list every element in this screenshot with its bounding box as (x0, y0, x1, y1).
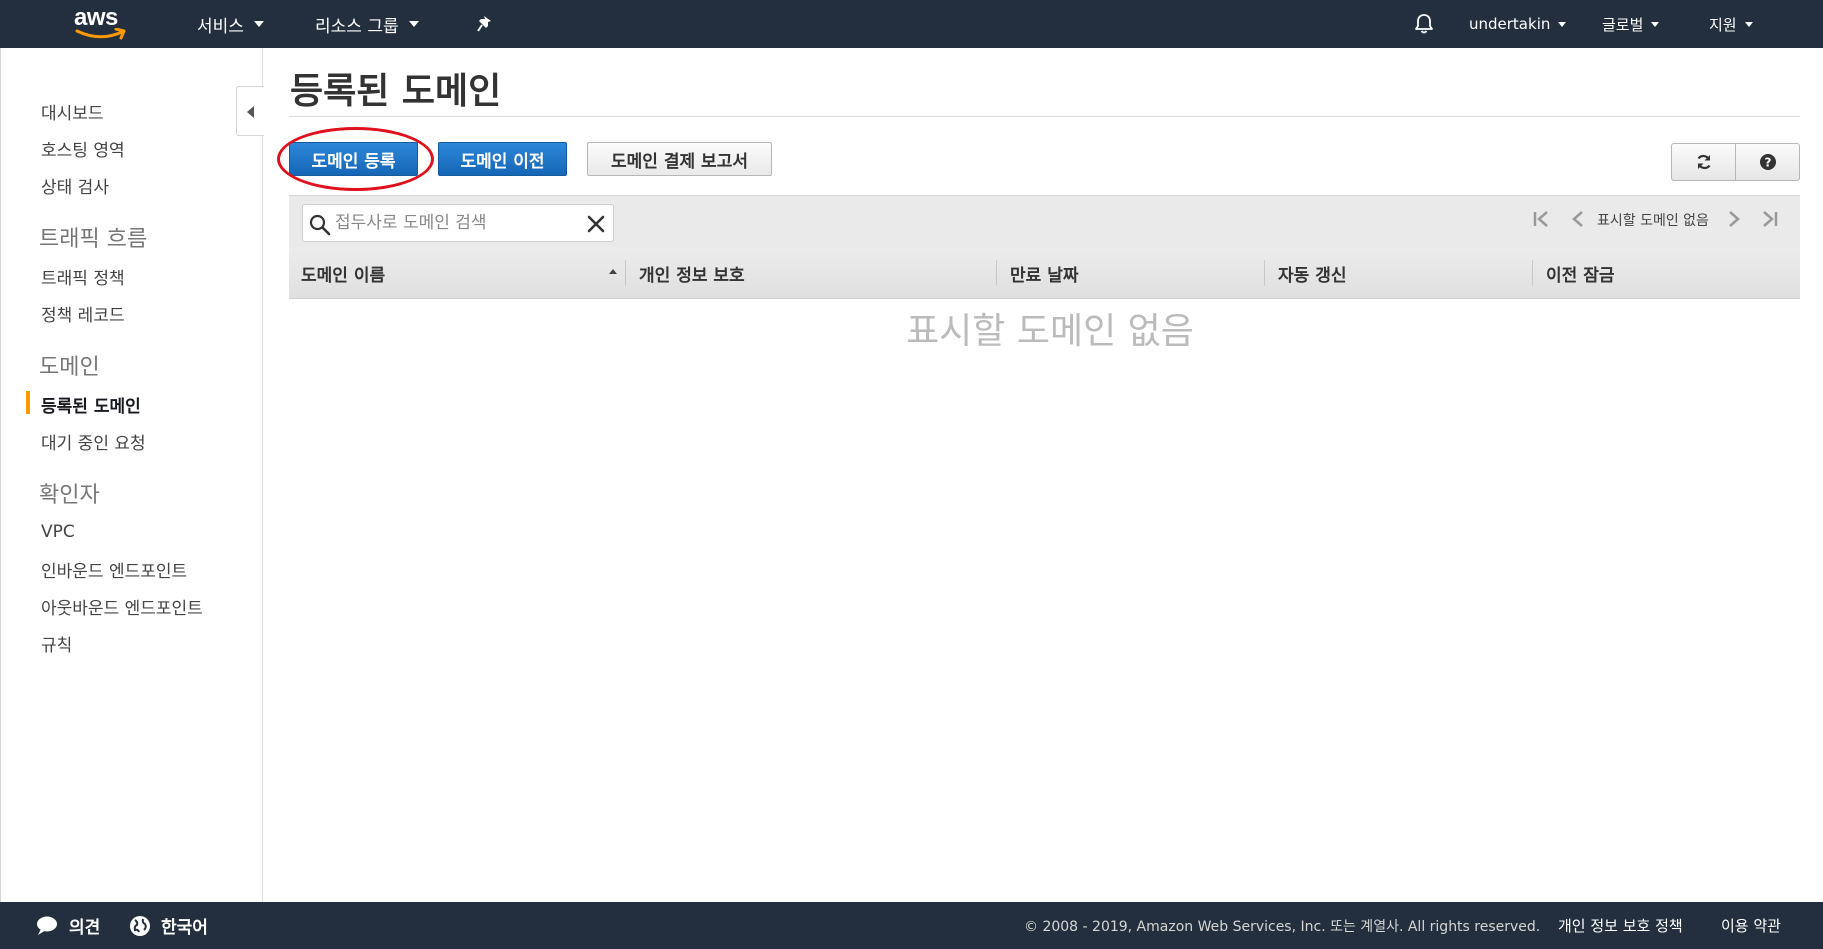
aws-logo[interactable]: aws (74, 4, 134, 44)
highlight-annotation (277, 127, 434, 191)
transfer-domain-button[interactable]: 도메인 이전 (438, 142, 567, 176)
sidebar-item-registered-domains[interactable]: 등록된 도메인 (41, 392, 141, 417)
chevron-down-icon (253, 21, 264, 27)
title-divider (289, 116, 1800, 117)
feedback-link[interactable]: 의견 (35, 902, 100, 949)
globe-icon (130, 915, 150, 936)
account-menu[interactable]: undertakin (1469, 0, 1567, 48)
sidebar-item-hosted-zones[interactable]: 호스팅 영역 (41, 136, 125, 161)
column-header-domain-name[interactable]: 도메인 이름 (301, 261, 385, 286)
pin-icon (477, 16, 491, 32)
resource-groups-label: 리소스 그룹 (315, 16, 399, 37)
feedback-label: 의견 (69, 918, 101, 938)
billing-report-button[interactable]: 도메인 결제 보고서 (587, 142, 772, 176)
column-divider (1264, 260, 1265, 286)
search-icon (309, 214, 331, 236)
username-label: undertakin (1469, 15, 1551, 33)
sidebar-item-pending-requests[interactable]: 대기 중인 요청 (41, 429, 146, 454)
next-page-icon[interactable] (1726, 210, 1742, 228)
copyright-text: © 2008 - 2019, Amazon Web Services, Inc.… (1024, 918, 1541, 935)
refresh-button[interactable] (1671, 143, 1736, 181)
column-header-auto-renew[interactable]: 자동 갱신 (1278, 261, 1346, 286)
column-divider (1532, 260, 1533, 286)
sidebar-heading-traffic-flow: 트래픽 흐름 (39, 227, 148, 252)
sidebar-item-policy-records[interactable]: 정책 레코드 (41, 301, 125, 326)
sidebar-heading-resolver: 확인자 (39, 483, 100, 508)
previous-page-icon[interactable] (1570, 210, 1586, 228)
empty-table-message: 표시할 도메인 없음 (906, 311, 1194, 352)
clear-search-icon[interactable] (587, 215, 605, 233)
column-header-expiration-date[interactable]: 만료 날짜 (1010, 261, 1078, 286)
copyright-text-wrap: © 2008 - 2019, Amazon Web Services, Inc.… (1024, 902, 1540, 949)
sidebar (0, 48, 263, 902)
svg-text:?: ? (1764, 156, 1771, 170)
resource-groups-menu[interactable]: 리소스 그룹 (315, 0, 419, 48)
active-indicator (26, 391, 30, 414)
privacy-policy-label: 개인 정보 보호 정책 (1558, 917, 1683, 935)
page-title: 등록된 도메인 (290, 71, 502, 112)
sidebar-item-traffic-policies[interactable]: 트래픽 정책 (41, 264, 125, 289)
refresh-icon (1697, 154, 1710, 170)
sidebar-item-dashboard[interactable]: 대시보드 (41, 99, 104, 124)
language-selector[interactable]: 한국어 (129, 902, 208, 949)
search-box[interactable] (302, 204, 614, 242)
support-label: 지원 (1709, 15, 1737, 34)
table-header: 도메인 이름 개인 정보 보호 만료 날짜 자동 갱신 이전 잠금 (289, 247, 1800, 299)
support-menu[interactable]: 지원 (1709, 0, 1753, 48)
footer: 의견 한국어 © 2008 - 2019, Amazon Web Service… (0, 902, 1823, 949)
search-input[interactable] (335, 207, 575, 239)
pager-status: 표시할 도메인 없음 (1597, 213, 1709, 229)
services-label: 서비스 (197, 16, 244, 37)
aws-smile-icon (75, 28, 126, 40)
terms-of-use-link[interactable]: 이용 약관 (1721, 902, 1781, 949)
help-icon: ? (1759, 154, 1776, 170)
language-label: 한국어 (161, 918, 208, 938)
chevron-down-icon (1558, 21, 1567, 27)
chevron-down-icon (1651, 21, 1660, 27)
privacy-policy-link[interactable]: 개인 정보 보호 정책 (1558, 902, 1683, 949)
column-header-privacy-protection[interactable]: 개인 정보 보호 (639, 261, 745, 286)
sidebar-item-inbound-endpoints[interactable]: 인바운드 엔드포인트 (41, 557, 187, 582)
chevron-down-icon (408, 21, 419, 27)
sidebar-item-vpc[interactable]: VPC (41, 522, 75, 542)
column-divider (996, 260, 997, 286)
help-button[interactable]: ? (1735, 143, 1800, 181)
speech-bubble-icon (37, 916, 57, 935)
first-page-icon[interactable] (1532, 210, 1552, 228)
column-header-transfer-lock[interactable]: 이전 잠금 (1546, 261, 1614, 286)
column-divider (625, 260, 626, 286)
sort-ascending-icon[interactable] (609, 269, 617, 274)
services-menu[interactable]: 서비스 (197, 0, 264, 48)
region-menu[interactable]: 글로벌 (1602, 0, 1660, 48)
last-page-icon[interactable] (1759, 210, 1779, 228)
notifications-button[interactable] (1413, 0, 1435, 48)
sidebar-collapse-button[interactable] (236, 86, 264, 136)
bell-icon (1415, 14, 1433, 34)
sidebar-item-outbound-endpoints[interactable]: 아웃바운드 엔드포인트 (41, 594, 203, 619)
pin-button[interactable] (477, 0, 495, 48)
region-label: 글로벌 (1602, 15, 1644, 34)
sidebar-heading-domains: 도메인 (39, 355, 100, 380)
sidebar-item-health-checks[interactable]: 상태 검사 (41, 173, 109, 198)
sidebar-item-rules[interactable]: 규칙 (41, 631, 72, 656)
terms-of-use-label: 이용 약관 (1721, 917, 1781, 935)
chevron-left-icon (247, 106, 254, 118)
top-navigation-bar: aws 서비스 리소스 그룹 undertakin 글로벌 지원 (0, 0, 1823, 48)
chevron-down-icon (1744, 21, 1753, 27)
